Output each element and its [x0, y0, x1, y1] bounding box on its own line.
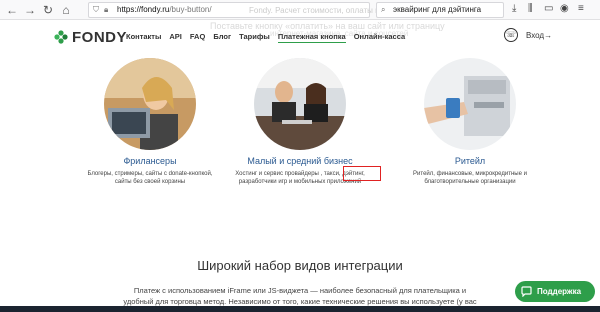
browser-toolbar: ← → ↻ ⌂ ⛉ 🔒︎ https://fondy.ru/buy-button… [0, 0, 600, 20]
os-taskbar [0, 306, 600, 312]
menu-icon[interactable]: ≡ [578, 3, 584, 14]
search-icon: ⌕ [381, 5, 386, 14]
search-input[interactable]: ⌕ эквайринг для дэйтинга [376, 2, 504, 18]
search-value: эквайринг для дэйтинга [393, 5, 482, 14]
reload-icon[interactable]: ↻ [40, 2, 56, 18]
nav-online-kassa[interactable]: Онлайн-касса [354, 32, 405, 43]
address-bar[interactable]: ⛉ 🔒︎ https://fondy.ru/buy-button/ Fondy.… [88, 2, 411, 18]
shield-icon: ⛉ [93, 5, 99, 14]
nav-blog[interactable]: Блог [213, 32, 231, 43]
account-icon[interactable]: ◉ [560, 3, 569, 14]
url-text: https://fondy.ru/buy-button/ [117, 5, 212, 14]
card-title: Фрилансеры [123, 156, 177, 166]
integration-title: Широкий набор видов интеграции [197, 258, 403, 273]
forward-icon[interactable]: → [22, 2, 38, 18]
login-link[interactable]: Вход→ [526, 31, 552, 40]
site-header: Поставьте кнопку «оплатить» на ваш сайт … [0, 21, 600, 53]
integration-text: Платеж с использованием iFrame или JS-ви… [123, 286, 477, 306]
back-icon[interactable]: ← [4, 2, 20, 18]
support-label: Поддержка [537, 287, 582, 296]
lock-icon: 🔒︎ [104, 5, 109, 14]
card-description: Ритейл, финансовые, микрокредитные и бла… [413, 171, 527, 185]
business-photo [254, 58, 346, 150]
nav-faq[interactable]: FAQ [190, 32, 205, 43]
download-icon[interactable]: ⤓ [512, 3, 516, 14]
nav-api[interactable]: API [169, 32, 182, 43]
sidebar-icon[interactable]: ▭ [544, 3, 553, 14]
freelancer-photo [104, 58, 196, 150]
highlight-box [343, 166, 381, 181]
card-title: Малый и средний бизнес [247, 156, 353, 166]
card-title: Ритейл [454, 156, 486, 166]
phone-icon[interactable]: ☏ [504, 28, 518, 42]
logo-text: FONDY [72, 28, 127, 46]
chat-bubble-icon [521, 286, 532, 297]
home-icon[interactable]: ⌂ [58, 2, 74, 18]
nav-contacts[interactable]: Контакты [126, 32, 161, 43]
retail-photo [424, 58, 516, 150]
nav-tariffs[interactable]: Тарифы [239, 32, 270, 43]
support-button[interactable]: Поддержка [515, 281, 595, 302]
card-description: Блогеры, стримеры, сайты с donate-кнопко… [87, 171, 213, 185]
logo-mark-icon [54, 30, 68, 44]
nav-payment-button[interactable]: Платежная кнопка [277, 32, 346, 43]
fondy-logo[interactable]: FONDY [54, 28, 127, 46]
main-nav: Контакты API FAQ Блог Тарифы Платежная к… [126, 32, 413, 43]
library-icon[interactable]: ⫼ [528, 3, 533, 14]
